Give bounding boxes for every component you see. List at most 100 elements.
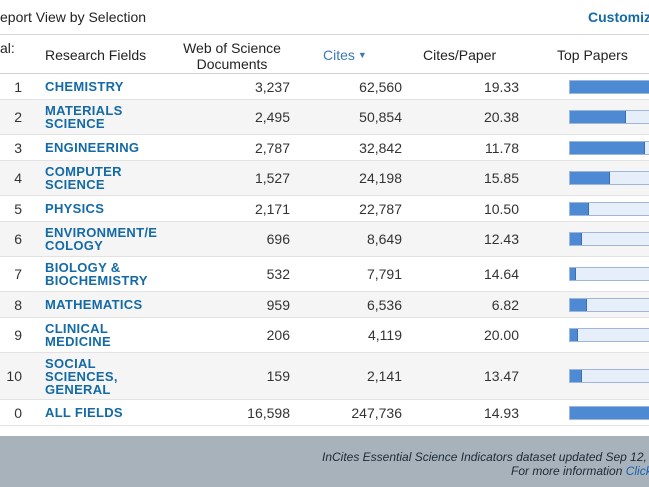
- more-info-note: For more information Click: [511, 464, 649, 478]
- top-papers-bar[interactable]: [569, 141, 649, 155]
- top-papers-bar-fill: [570, 81, 649, 93]
- cites-per-paper-cell: 11.78: [485, 140, 519, 156]
- cites-cell: 50,854: [359, 109, 402, 125]
- table-row: 0 ALL FIELDS 16,598 247,736 14.93: [0, 400, 649, 426]
- field-link[interactable]: BIOLOGY & BIOCHEMISTRY: [45, 261, 170, 287]
- rank-cell: 9: [14, 327, 22, 343]
- rank-cell: 5: [14, 201, 22, 217]
- field-name-line: MEDICINE: [45, 334, 111, 349]
- top-papers-bar-fill: [570, 329, 579, 341]
- documents-cell: 2,787: [254, 140, 290, 156]
- rank-cell: 0: [14, 405, 22, 421]
- report-title: eport View by Selection: [0, 9, 147, 25]
- top-papers-bar-fill: [570, 370, 582, 382]
- footer: InCites Essential Science Indicators dat…: [0, 436, 649, 487]
- top-papers-bar[interactable]: [569, 298, 649, 312]
- field-link[interactable]: COMPUTER SCIENCE: [45, 165, 170, 191]
- field-link[interactable]: ENGINEERING: [45, 141, 170, 154]
- rank-cell: 1: [14, 79, 22, 95]
- cites-per-paper-cell: 20.38: [483, 109, 519, 125]
- top-papers-bar-fill: [570, 299, 587, 311]
- field-link[interactable]: ALL FIELDS: [45, 406, 170, 419]
- top-papers-bar-fill: [570, 268, 577, 280]
- table-row: 7 BIOLOGY & BIOCHEMISTRY 532 7,791 14.64: [0, 257, 649, 292]
- top-papers-bar[interactable]: [569, 202, 649, 216]
- documents-cell: 696: [266, 231, 290, 247]
- top-papers-bar-fill: [570, 203, 589, 215]
- cites-cell: 32,842: [359, 140, 402, 156]
- field-name-line: BIOCHEMISTRY: [45, 273, 148, 288]
- top-papers-bar[interactable]: [569, 80, 649, 94]
- field-name-line: SCIENCE: [45, 177, 105, 192]
- rank-header: al:: [0, 40, 15, 56]
- field-link[interactable]: MATHEMATICS: [45, 298, 170, 311]
- field-link[interactable]: PHYSICS: [45, 202, 170, 215]
- field-link[interactable]: CLINICAL MEDICINE: [45, 322, 170, 348]
- table-row: 2 MATERIALS SCIENCE 2,495 50,854 20.38: [0, 100, 649, 135]
- top-papers-bar[interactable]: [569, 267, 649, 281]
- more-info-link[interactable]: Click: [626, 464, 649, 478]
- documents-header: Web of Science Documents: [168, 40, 296, 72]
- field-name-line: ALL FIELDS: [45, 405, 123, 420]
- more-info-text: For more information: [511, 464, 626, 478]
- field-name-line: ENGINEERING: [45, 140, 140, 155]
- cites-per-paper-cell: 14.64: [483, 266, 519, 282]
- cites-per-paper-cell: 13.47: [483, 368, 519, 384]
- dataset-update-note: InCites Essential Science Indicators dat…: [322, 450, 647, 464]
- documents-cell: 959: [266, 297, 290, 313]
- cites-cell: 4,119: [368, 327, 402, 343]
- field-link[interactable]: CHEMISTRY: [45, 80, 170, 93]
- documents-cell: 2,171: [254, 201, 290, 217]
- documents-cell: 159: [266, 368, 290, 384]
- cites-cell: 247,736: [351, 405, 402, 421]
- documents-cell: 3,237: [254, 79, 290, 95]
- table-row: 5 PHYSICS 2,171 22,787 10.50: [0, 196, 649, 222]
- cites-cell: 62,560: [359, 79, 402, 95]
- rank-cell: 4: [14, 170, 22, 186]
- field-name-line: GENERAL: [45, 382, 111, 397]
- table-row: 4 COMPUTER SCIENCE 1,527 24,198 15.85: [0, 161, 649, 196]
- cites-per-paper-cell: 20.00: [483, 327, 519, 343]
- field-name-line: MATHEMATICS: [45, 297, 143, 312]
- cites-header-label: Cites: [323, 47, 355, 63]
- field-name-line: CHEMISTRY: [45, 79, 124, 94]
- cites-cell: 8,649: [366, 231, 402, 247]
- documents-header-line2: Documents: [196, 56, 268, 72]
- cites-per-paper-cell: 10.50: [483, 201, 519, 217]
- top-papers-bar[interactable]: [569, 406, 649, 420]
- table-row: 3 ENGINEERING 2,787 32,842 11.78: [0, 135, 649, 161]
- top-papers-bar[interactable]: [569, 110, 649, 124]
- table-row: 9 CLINICAL MEDICINE 206 4,119 20.00: [0, 318, 649, 353]
- field-name-line: SCIENCE: [45, 116, 105, 131]
- top-papers-bar[interactable]: [569, 232, 649, 246]
- customize-link[interactable]: Customiz: [588, 9, 649, 25]
- top-papers-bar[interactable]: [569, 171, 649, 185]
- top-papers-header: Top Papers: [557, 47, 628, 63]
- cites-cell: 7,791: [366, 266, 402, 282]
- top-papers-bar[interactable]: [569, 328, 649, 342]
- cites-per-paper-cell: 12.43: [483, 231, 519, 247]
- top-papers-bar-fill: [570, 233, 582, 245]
- top-papers-bar-fill: [570, 111, 626, 123]
- documents-cell: 2,495: [254, 109, 290, 125]
- research-fields-table: al: Research Fields Web of Science Docum…: [0, 34, 649, 426]
- cites-cell: 24,198: [359, 170, 402, 186]
- research-fields-header: Research Fields: [45, 47, 147, 63]
- cites-cell: 2,141: [366, 368, 402, 384]
- cites-sort-header[interactable]: Cites ▼: [323, 47, 367, 63]
- field-link[interactable]: SOCIAL SCIENCES, GENERAL: [45, 357, 170, 396]
- field-name-line: PHYSICS: [45, 201, 105, 216]
- top-papers-bar[interactable]: [569, 369, 649, 383]
- documents-cell: 16,598: [247, 405, 290, 421]
- documents-cell: 532: [266, 266, 290, 282]
- field-link[interactable]: MATERIALS SCIENCE: [45, 104, 170, 130]
- table-body: 1 CHEMISTRY 3,237 62,560 19.33 2 MATERIALS SCIE…: [0, 74, 649, 426]
- field-link[interactable]: ENVIRONMENT/E COLOGY: [45, 226, 170, 252]
- documents-cell: 1,527: [254, 170, 290, 186]
- table-header: al: Research Fields Web of Science Docum…: [0, 35, 649, 74]
- cites-per-paper-cell: 14.93: [483, 405, 519, 421]
- sort-desc-icon: ▼: [357, 50, 367, 60]
- rank-cell: 10: [6, 368, 22, 384]
- report-toolbar: eport View by Selection Customiz: [0, 0, 649, 34]
- rank-cell: 3: [14, 140, 22, 156]
